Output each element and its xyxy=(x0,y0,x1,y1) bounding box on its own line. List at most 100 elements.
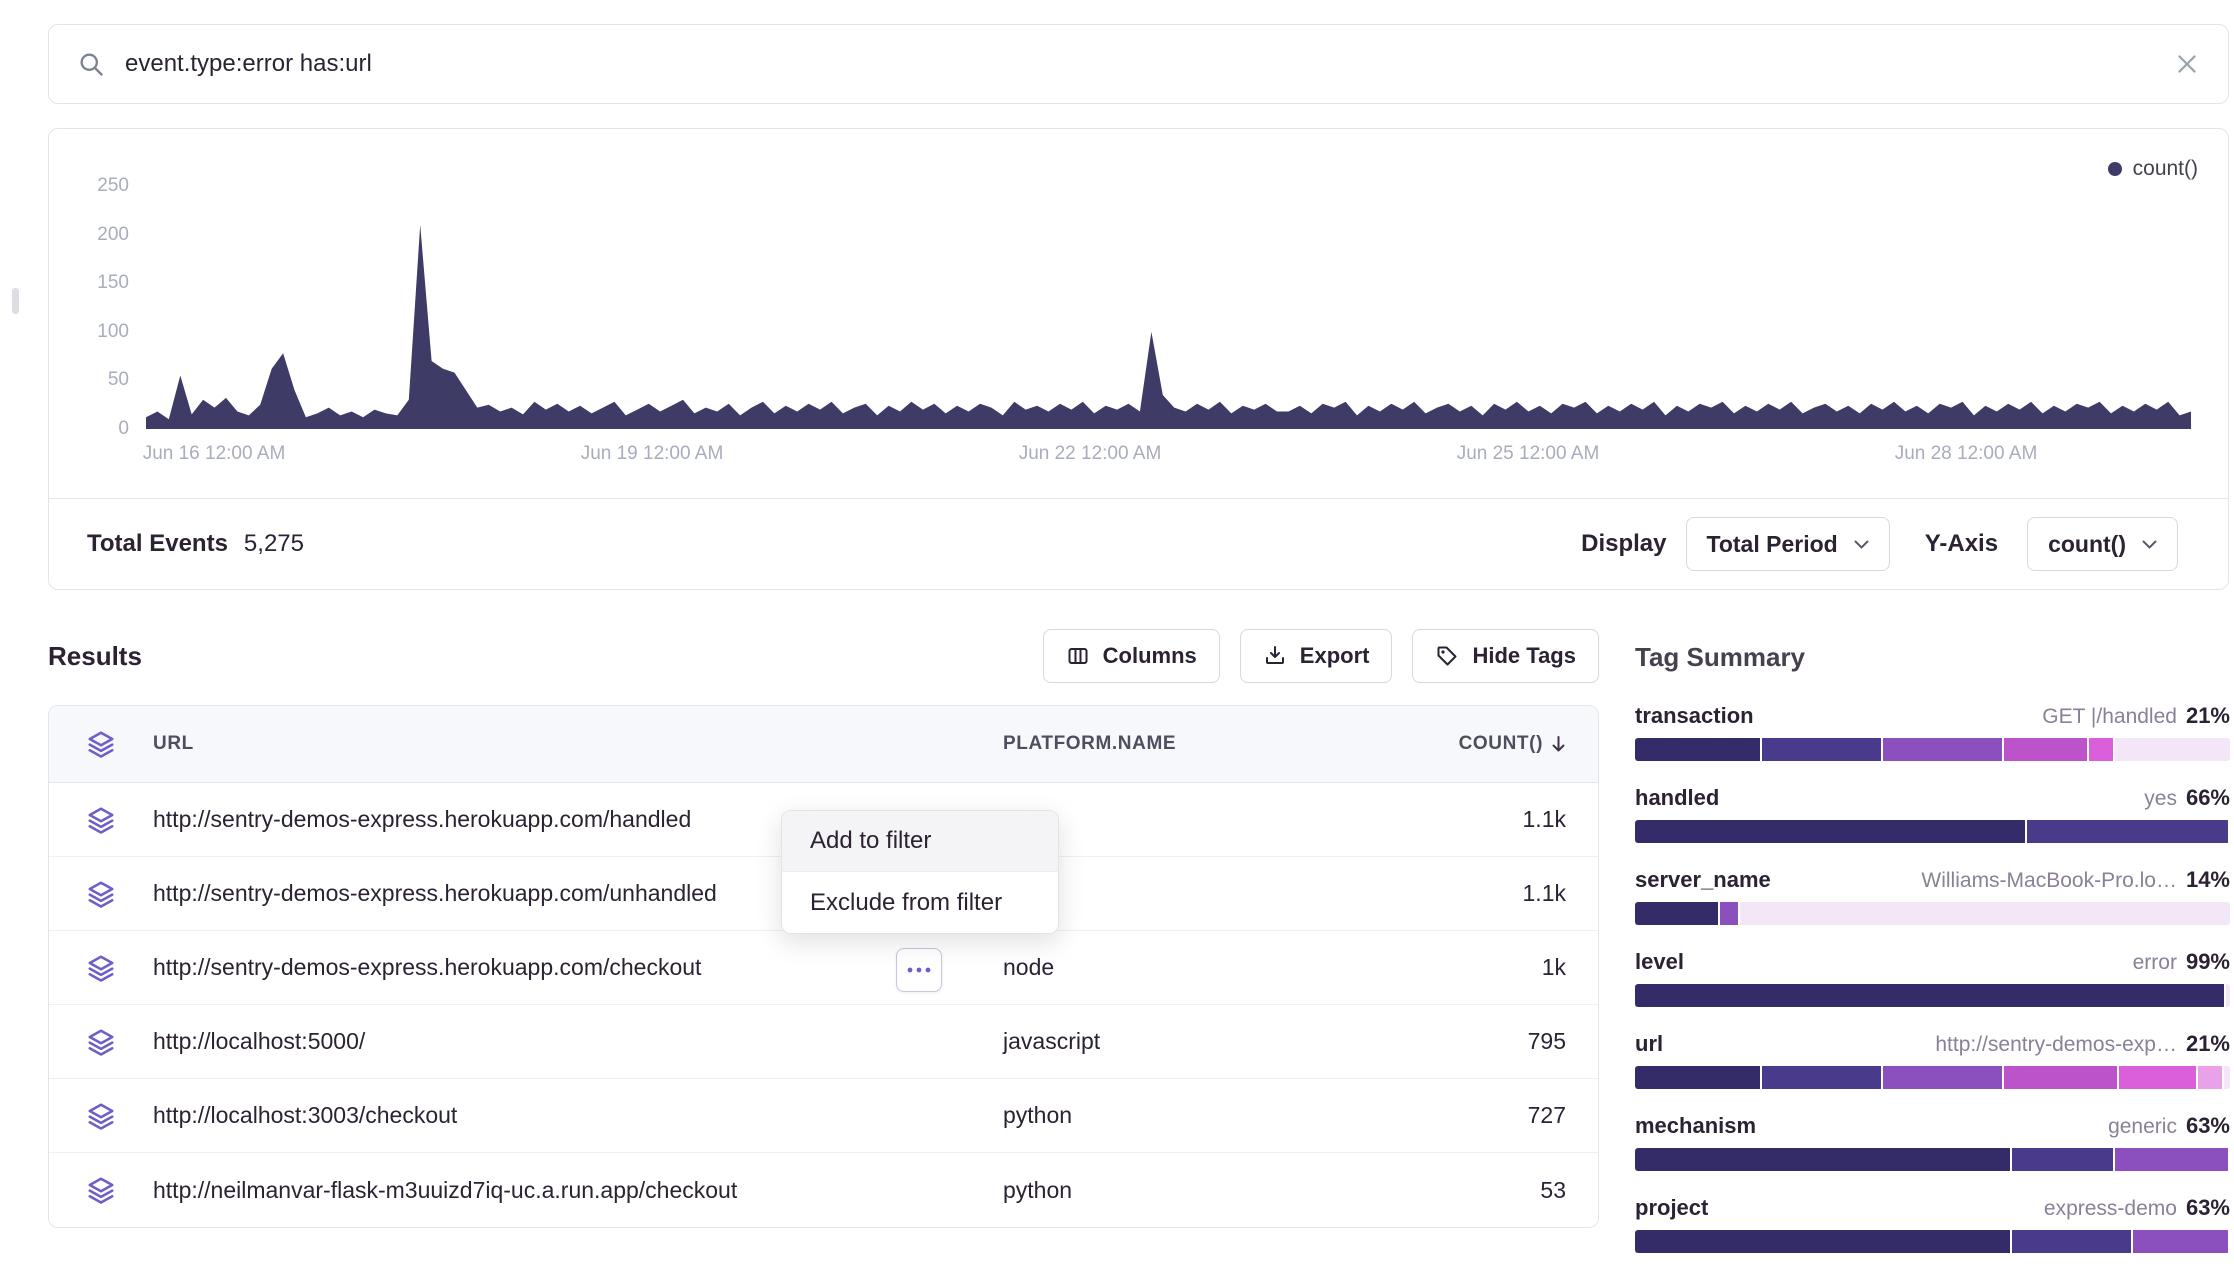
search-input[interactable] xyxy=(125,50,2154,78)
column-header-platform[interactable]: PLATFORM.NAME xyxy=(1003,733,1453,755)
tag-row-url: urlhttp://sentry-demos-exp…21% xyxy=(1635,1031,2230,1089)
row-url[interactable]: http://sentry-demos-express.herokuapp.co… xyxy=(153,954,1003,981)
export-button[interactable]: Export xyxy=(1240,629,1393,683)
tag-row-level: level error 99% xyxy=(1635,949,2230,1007)
y-axis-tick: 0 xyxy=(118,418,129,440)
display-select[interactable]: Total Period xyxy=(1686,517,1890,571)
menu-item-exclude-from-filter[interactable]: Exclude from filter xyxy=(782,872,1058,933)
tag-distribution-bar[interactable] xyxy=(1635,820,2230,843)
panel-resize-handle[interactable] xyxy=(12,288,19,314)
tag-bar-segment[interactable] xyxy=(2004,738,2087,761)
row-platform: python xyxy=(1003,1177,1453,1204)
search-icon xyxy=(77,50,105,78)
legend-dot xyxy=(2108,162,2122,176)
results-title: Results xyxy=(48,641,142,672)
tag-name: level xyxy=(1635,949,1684,975)
x-axis: Jun 16 12:00 AMJun 19 12:00 AMJun 22 12:… xyxy=(146,443,2191,469)
close-icon xyxy=(2174,51,2200,77)
legend-label: count() xyxy=(2133,157,2198,181)
tag-bar-segment[interactable] xyxy=(1635,902,1718,925)
tag-name: mechanism xyxy=(1635,1113,1756,1139)
tag-distribution-bar[interactable] xyxy=(1635,902,2230,925)
results-table: URL PLATFORM.NAME COUNT() http://sentry-… xyxy=(48,705,1599,1228)
tag-bar-segment[interactable] xyxy=(1720,902,1738,925)
tag-bar-segment[interactable] xyxy=(1762,1066,1881,1089)
x-axis-tick: Jun 22 12:00 AM xyxy=(1019,443,1162,465)
x-axis-tick: Jun 25 12:00 AM xyxy=(1457,443,1600,465)
tag-bar-segment[interactable] xyxy=(1635,984,2224,1007)
row-actions-button[interactable] xyxy=(896,948,942,992)
tag-bar-segment[interactable] xyxy=(2133,1230,2228,1253)
tag-row-transaction: transactionGET |/handled21% xyxy=(1635,703,2230,761)
tag-bar-segment[interactable] xyxy=(1883,1066,2002,1089)
tag-top-value: error xyxy=(2133,951,2177,975)
clear-search-button[interactable] xyxy=(2174,51,2200,77)
tag-name: transaction xyxy=(1635,703,1754,729)
tag-bar-segment[interactable] xyxy=(2027,820,2228,843)
chart-footer: Total Events 5,275 Display Total Period … xyxy=(49,498,2228,589)
row-url[interactable]: http://localhost:5000/ xyxy=(153,1028,1003,1055)
tag-bar-segment[interactable] xyxy=(2012,1230,2131,1253)
search-bar[interactable] xyxy=(48,24,2229,104)
chevron-down-icon xyxy=(2142,540,2157,549)
row-count: 1k xyxy=(1453,954,1598,981)
table-row[interactable]: http://localhost:5000/javascript795 xyxy=(49,1005,1598,1079)
columns-button[interactable]: Columns xyxy=(1043,629,1220,683)
tag-top-percent: 14% xyxy=(2186,867,2230,893)
yaxis-select[interactable]: count() xyxy=(2027,517,2178,571)
tag-bar-segment[interactable] xyxy=(2198,1066,2222,1089)
tag-summary-title: Tag Summary xyxy=(1635,642,2230,673)
table-row[interactable]: http://localhost:3003/checkoutpython727 xyxy=(49,1079,1598,1153)
row-platform: javascript xyxy=(1003,1028,1453,1055)
tag-bar-segment[interactable] xyxy=(1883,738,2002,761)
chevron-down-icon xyxy=(1854,540,1869,549)
tag-distribution-bar[interactable] xyxy=(1635,738,2230,761)
column-header-url[interactable]: URL xyxy=(153,733,1003,755)
tag-top-percent: 99% xyxy=(2186,949,2230,975)
tag-distribution-bar[interactable] xyxy=(1635,1230,2230,1253)
tag-bar-segment[interactable] xyxy=(2089,738,2113,761)
row-count: 53 xyxy=(1453,1177,1598,1204)
tag-bar-segment[interactable] xyxy=(1635,738,1760,761)
total-events-value: 5,275 xyxy=(244,530,304,558)
tag-distribution-bar[interactable] xyxy=(1635,1148,2230,1171)
tag-bar-segment[interactable] xyxy=(1635,820,2025,843)
row-platform: node xyxy=(1003,954,1453,981)
tag-bar-segment[interactable] xyxy=(1635,1148,2010,1171)
layers-icon xyxy=(49,1175,153,1205)
table-row[interactable]: http://sentry-demos-express.herokuapp.co… xyxy=(49,931,1598,1005)
tag-bar-segment[interactable] xyxy=(2119,1066,2196,1089)
row-count: 1.1k xyxy=(1453,806,1598,833)
tag-summary-panel: Tag Summary transactionGET |/handled21%h… xyxy=(1635,642,2230,1277)
tag-bar-segment[interactable] xyxy=(1635,1066,1760,1089)
yaxis-label: Y-Axis xyxy=(1925,530,1998,558)
display-label: Display xyxy=(1581,530,1666,558)
layers-icon xyxy=(49,1101,153,1131)
tag-bar-segment[interactable] xyxy=(2115,1148,2228,1171)
tag-row-mechanism: mechanismgeneric63% xyxy=(1635,1113,2230,1171)
row-url[interactable]: http://neilmanvar-flask-m3uuizd7iq-uc.a.… xyxy=(153,1177,1003,1204)
tag-top-value: GET |/handled xyxy=(2042,705,2177,729)
table-row[interactable]: http://neilmanvar-flask-m3uuizd7iq-uc.a.… xyxy=(49,1153,1598,1227)
tag-name: server_name xyxy=(1635,867,1771,893)
tag-top-value: express-demo xyxy=(2044,1197,2177,1221)
tag-bar-remainder xyxy=(2226,984,2230,1007)
hide-tags-button[interactable]: Hide Tags xyxy=(1412,629,1599,683)
events-area-chart[interactable] xyxy=(146,186,2191,429)
tag-top-value: http://sentry-demos-exp… xyxy=(1935,1033,2177,1057)
column-header-count[interactable]: COUNT() xyxy=(1453,733,1598,755)
tag-top-percent: 63% xyxy=(2186,1195,2230,1221)
tag-distribution-bar[interactable] xyxy=(1635,1066,2230,1089)
row-url[interactable]: http://localhost:3003/checkout xyxy=(153,1102,1003,1129)
tag-top-value: yes xyxy=(2144,787,2177,811)
tag-bar-segment[interactable] xyxy=(1635,1230,2010,1253)
chart-legend[interactable]: count() xyxy=(2108,157,2198,181)
tag-distribution-bar[interactable] xyxy=(1635,984,2230,1007)
tag-bar-segment[interactable] xyxy=(2004,1066,2117,1089)
events-chart-panel: count() 250200150100500 Jun 16 12:00 AMJ… xyxy=(48,128,2229,590)
row-platform: node xyxy=(1003,880,1453,907)
tag-bar-segment[interactable] xyxy=(2012,1148,2113,1171)
tag-bar-segment[interactable] xyxy=(1762,738,1881,761)
menu-item-add-to-filter[interactable]: Add to filter xyxy=(782,811,1058,872)
y-axis-tick: 200 xyxy=(97,224,129,246)
